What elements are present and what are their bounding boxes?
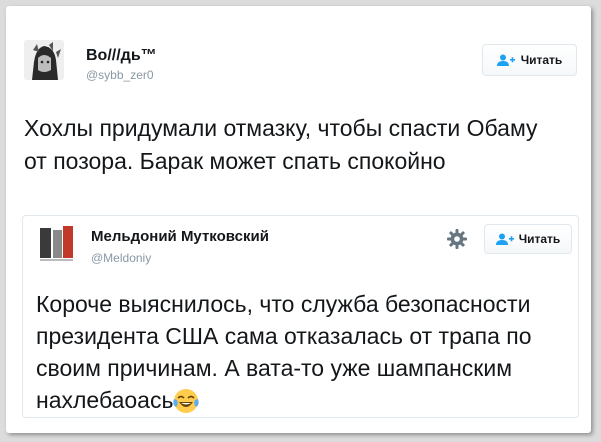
author-handle[interactable]: @sybb_zer0 bbox=[86, 68, 154, 82]
tweet-card: Во///дь™ @sybb_zer0 Читать Хохлы придума… bbox=[6, 6, 591, 433]
author-name[interactable]: Во///дь™ bbox=[86, 47, 157, 65]
quoted-tweet-text-block: Короче выяснилось, что служба безопаснос… bbox=[36, 288, 576, 416]
author-avatar[interactable] bbox=[24, 40, 64, 80]
quoted-author-name[interactable]: Мельдоний Мутковский bbox=[91, 228, 269, 245]
tweet-text: Хохлы придумали отмазку, чтобы спасти Об… bbox=[24, 115, 538, 174]
quoted-author-handle[interactable]: @Meldoniy bbox=[91, 251, 151, 265]
tears-of-joy-emoji-icon bbox=[173, 388, 200, 414]
follow-user-icon bbox=[496, 54, 515, 66]
quoted-tweet[interactable]: Мельдоний Мутковский @Meldoniy Читать Ко… bbox=[22, 215, 579, 418]
quoted-follow-button[interactable]: Читать bbox=[484, 224, 572, 254]
follow-button-label: Читать bbox=[520, 53, 563, 67]
gear-icon[interactable] bbox=[446, 228, 468, 250]
quoted-tweet-text: Короче выяснилось, что служба безопаснос… bbox=[36, 291, 532, 413]
follow-user-icon bbox=[495, 233, 514, 245]
follow-button[interactable]: Читать bbox=[482, 44, 577, 76]
quoted-follow-button-label: Читать bbox=[518, 232, 561, 246]
quoted-author-avatar[interactable] bbox=[36, 224, 76, 264]
